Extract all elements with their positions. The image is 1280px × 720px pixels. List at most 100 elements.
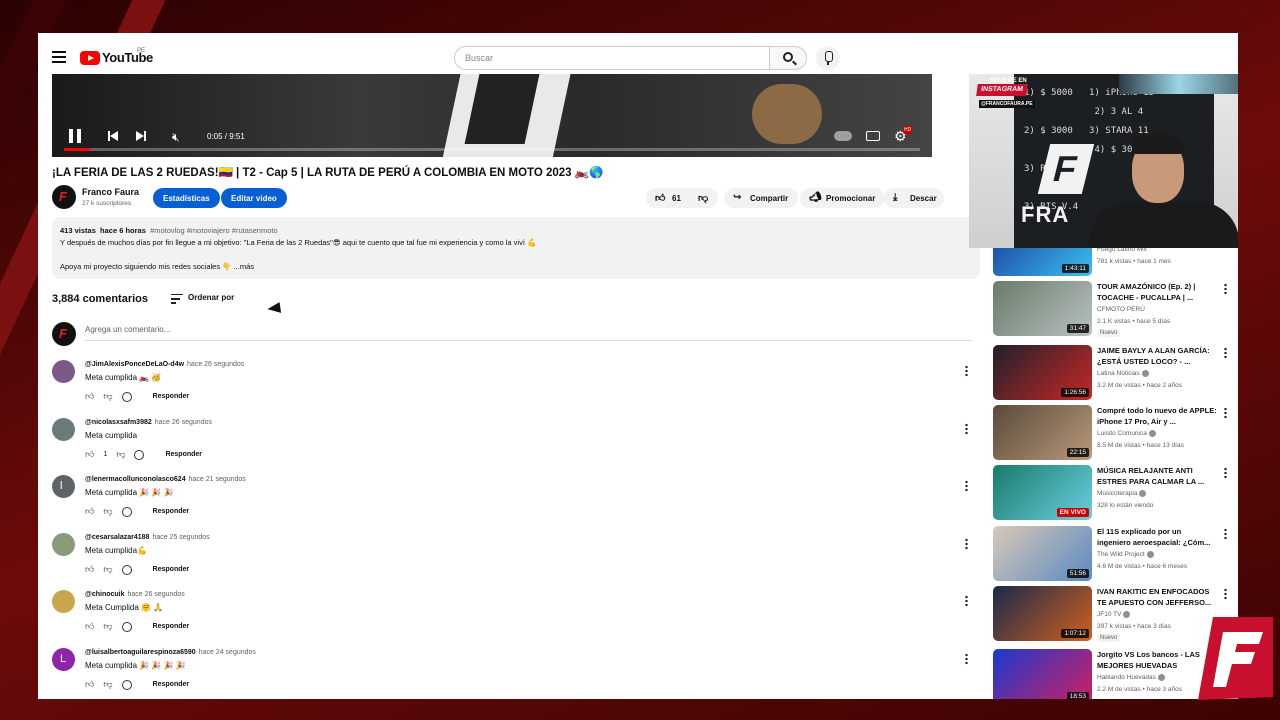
promote-button[interactable]: 📣︎ Promocionar: [800, 188, 886, 208]
thumbs-up-icon[interactable]: 👍︎: [85, 679, 94, 690]
subtitles-icon[interactable]: [866, 131, 880, 141]
recommended-title[interactable]: Compré todo lo nuevo de APPLE: iPhone 17…: [1097, 405, 1217, 427]
heart-icon[interactable]: [134, 449, 145, 460]
search-input[interactable]: Buscar: [454, 46, 770, 70]
video-thumbnail[interactable]: 1:26:56: [993, 345, 1092, 400]
recommended-title[interactable]: JAIME BAYLY A ALAN GARCÍA: ¿ESTÁ USTED L…: [1097, 345, 1217, 367]
commenter-avatar[interactable]: [52, 533, 75, 556]
thumbs-down-icon[interactable]: 👎︎: [116, 449, 125, 460]
dislike-button[interactable]: 👎︎: [690, 188, 718, 208]
video-thumbnail[interactable]: 22:15: [993, 405, 1092, 460]
recommended-channel[interactable]: Musicoterapia: [1097, 490, 1147, 497]
progress-bar[interactable]: [64, 148, 920, 151]
commenter-avatar[interactable]: [52, 360, 75, 383]
recommended-channel[interactable]: Hablando Huevadas: [1097, 674, 1165, 681]
more-options-icon[interactable]: [1224, 528, 1227, 540]
commenter-avatar[interactable]: l: [52, 475, 75, 498]
pause-icon[interactable]: [69, 129, 81, 143]
comment-author[interactable]: @lenermacollunconolasco624 hace 21 segund…: [85, 476, 246, 483]
statistics-button[interactable]: Estadísticas: [153, 188, 220, 208]
channel-avatar[interactable]: [52, 185, 76, 209]
mute-icon[interactable]: 🔇︎: [172, 130, 180, 145]
thumbs-down-icon[interactable]: 👎︎: [103, 621, 112, 632]
comment-author[interactable]: @cesarsalazar4188 hace 25 segundos: [85, 534, 210, 541]
thumbs-up-icon[interactable]: 👍︎: [85, 391, 94, 402]
more-options-icon[interactable]: [965, 653, 968, 665]
recommended-title[interactable]: IVAN RAKITIC EN ENFOCADOS TE APUESTO CON…: [1097, 586, 1217, 608]
recommended-channel[interactable]: JF10 TV: [1097, 611, 1131, 618]
more-options-icon[interactable]: [1224, 588, 1227, 600]
comment-author[interactable]: @chinocuik hace 26 segundos: [85, 591, 185, 598]
reply-button[interactable]: Responder: [153, 393, 190, 400]
comment-time[interactable]: hace 24 segundos: [199, 649, 256, 656]
heart-icon[interactable]: [121, 564, 132, 575]
recommended-title[interactable]: TOUR AMAZÓNICO (Ep. 2) | TOCACHE - PUCAL…: [1097, 281, 1217, 303]
comment-time[interactable]: hace 25 segundos: [152, 534, 209, 541]
recommended-video[interactable]: 51:56 El 11S explicado por un ingeniero …: [993, 526, 1233, 582]
recommended-channel[interactable]: CFMOTO PERÚ: [1097, 306, 1145, 313]
edit-video-button[interactable]: Editar video: [221, 188, 287, 208]
thumbs-up-icon[interactable]: 👍︎: [85, 506, 94, 517]
commenter-avatar[interactable]: L: [52, 648, 75, 671]
heart-icon[interactable]: [121, 621, 132, 632]
more-options-icon[interactable]: [1224, 407, 1227, 419]
recommended-channel[interactable]: The Wild Project: [1097, 551, 1154, 558]
video-thumbnail[interactable]: EN VIVO: [993, 465, 1092, 520]
comment-author[interactable]: @luisalbertoaguilarespinoza6590 hace 24 s…: [85, 649, 256, 656]
commenter-avatar[interactable]: [52, 590, 75, 613]
add-comment-input[interactable]: Agrega un comentario...: [85, 325, 972, 341]
comment-time[interactable]: hace 26 segundos: [187, 361, 244, 368]
reply-button[interactable]: Responder: [153, 623, 190, 630]
recommended-video[interactable]: 22:15 Compré todo lo nuevo de APPLE: iPh…: [993, 405, 1233, 461]
commenter-avatar[interactable]: [52, 418, 75, 441]
recommended-video[interactable]: EN VIVO MÚSICA RELAJANTE ANTI ESTRES PAR…: [993, 465, 1233, 521]
video-thumbnail[interactable]: 31:47: [993, 281, 1092, 336]
comment-time[interactable]: hace 26 segundos: [155, 419, 212, 426]
video-thumbnail[interactable]: 1:07:12: [993, 586, 1092, 641]
more-options-icon[interactable]: [965, 423, 968, 435]
thumbs-up-icon[interactable]: 👍︎: [85, 564, 94, 575]
previous-icon[interactable]: [108, 131, 118, 141]
thumbs-up-icon[interactable]: 👍︎: [85, 449, 94, 460]
comment-time[interactable]: hace 26 segundos: [128, 591, 185, 598]
sort-button[interactable]: Ordenar por: [188, 293, 234, 302]
like-button[interactable]: 👍︎ 61: [646, 188, 690, 208]
recommended-channel[interactable]: Latina Noticias: [1097, 370, 1149, 377]
next-icon[interactable]: [136, 131, 146, 141]
thumbs-down-icon[interactable]: 👎︎: [103, 564, 112, 575]
video-player[interactable]: 🔇︎ 0:05 / 9:51 ⚙ HD: [52, 74, 932, 157]
recommended-channel[interactable]: Luisito Comunica: [1097, 430, 1156, 437]
reply-button[interactable]: Responder: [165, 451, 202, 458]
recommended-title[interactable]: MÚSICA RELAJANTE ANTI ESTRES PARA CALMAR…: [1097, 465, 1217, 487]
recommended-video[interactable]: 31:47 TOUR AMAZÓNICO (Ep. 2) | TOCACHE -…: [993, 281, 1233, 337]
search-button[interactable]: [769, 46, 807, 70]
reply-button[interactable]: Responder: [153, 566, 190, 573]
hashtags[interactable]: #motovlog #motoviajero #rutasenmoto: [150, 226, 278, 235]
reply-button[interactable]: Responder: [153, 508, 190, 515]
more-options-icon[interactable]: [1224, 347, 1227, 359]
description-box[interactable]: 413 vistas hace 6 horas #motovlog #motov…: [52, 217, 980, 279]
menu-icon[interactable]: [52, 51, 66, 63]
thumbs-down-icon[interactable]: 👎︎: [103, 391, 112, 402]
thumbs-up-icon[interactable]: 👍︎: [85, 621, 94, 632]
thumbs-down-icon[interactable]: 👎︎: [103, 506, 112, 517]
heart-icon[interactable]: [121, 391, 132, 402]
thumbs-down-icon[interactable]: 👎︎: [103, 679, 112, 690]
video-thumbnail[interactable]: 51:56: [993, 526, 1092, 581]
comment-author[interactable]: @JimAlexisPonceDeLaO-d4w hace 26 segundos: [85, 361, 244, 368]
microphone-icon[interactable]: [816, 46, 840, 70]
more-options-icon[interactable]: [965, 595, 968, 607]
sort-icon[interactable]: [171, 294, 183, 304]
reply-button[interactable]: Responder: [153, 681, 190, 688]
heart-icon[interactable]: [121, 679, 132, 690]
video-thumbnail[interactable]: 18:53: [993, 649, 1092, 699]
comment-author[interactable]: @nicolasxsafm3982 hace 26 segundos: [85, 419, 212, 426]
comment-time[interactable]: hace 21 segundos: [189, 476, 246, 483]
more-options-icon[interactable]: [965, 538, 968, 550]
channel-name[interactable]: Franco Faura: [82, 187, 139, 197]
share-button[interactable]: ↪ Compartir: [724, 188, 799, 208]
autoplay-toggle-icon[interactable]: [834, 131, 852, 141]
recommended-video[interactable]: 1:26:56 JAIME BAYLY A ALAN GARCÍA: ¿ESTÁ…: [993, 345, 1233, 401]
more-options-icon[interactable]: [965, 480, 968, 492]
more-options-icon[interactable]: [1224, 467, 1227, 479]
